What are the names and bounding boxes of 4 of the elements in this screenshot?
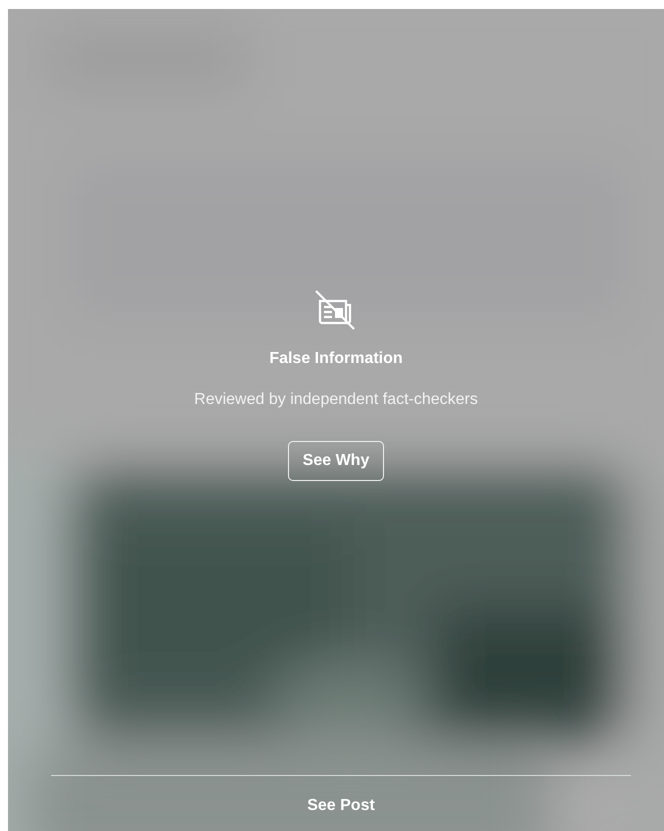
see-why-button[interactable]: See Why xyxy=(288,441,384,481)
notice-subtitle: Reviewed by independent fact-checkers xyxy=(194,391,478,409)
see-post-link[interactable]: See Post xyxy=(307,797,375,815)
notice-title: False Information xyxy=(269,350,403,368)
